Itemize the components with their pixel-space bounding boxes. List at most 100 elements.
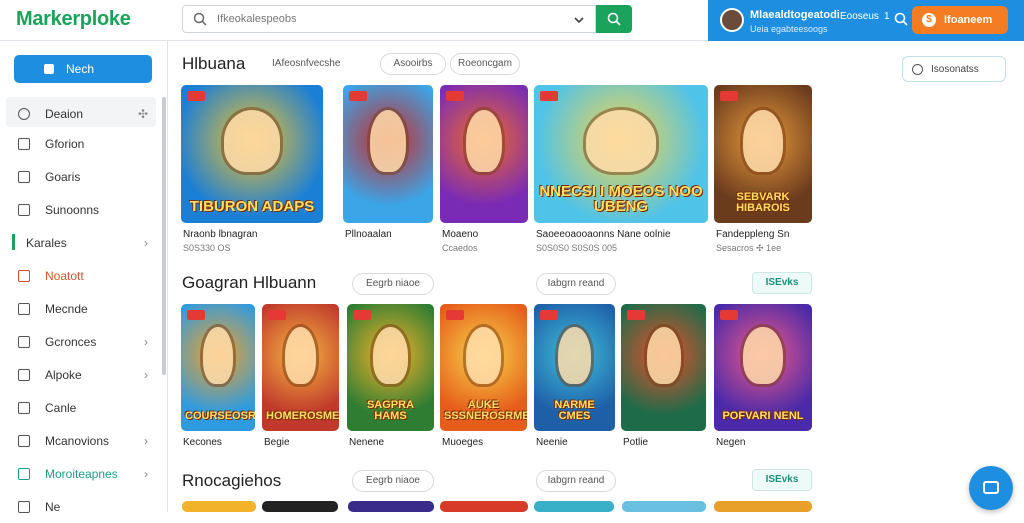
badge-icon (353, 310, 371, 320)
sidebar-nav: Deaion ✣ Gforion Goaris Sunoonns Karales ›… (6, 97, 156, 523)
coin-icon: $ (922, 13, 936, 27)
message-icon (983, 481, 999, 494)
game-title[interactable]: Negen (716, 437, 745, 448)
game-card[interactable]: SAGPRA HAMS (347, 304, 434, 431)
game-card[interactable]: COURSEOSRIA (181, 304, 255, 431)
game-card[interactable]: HOMEROSMEISEN (262, 304, 339, 431)
chip-3a[interactable]: Eegrb niaoe (352, 470, 434, 492)
game-title[interactable]: Nenene (349, 437, 384, 448)
sidebar-item-7[interactable]: Gcronces › (6, 325, 156, 358)
game-card[interactable] (440, 85, 528, 223)
app-logo[interactable]: Markerploke (16, 8, 131, 31)
game-card[interactable] (348, 501, 434, 512)
sidebar-item-2[interactable]: Goaris (6, 160, 156, 193)
main-content: Hlbuana IAfeosnfvecshe Asooirbs Roeoncga… (168, 41, 1024, 512)
chip-1b[interactable]: Roeoncgam (450, 53, 520, 75)
character-illustration (743, 326, 783, 384)
sidebar-item-4[interactable]: Karales › (6, 226, 156, 259)
sidebar-item-10[interactable]: Mcanovions › (6, 424, 156, 457)
game-card[interactable]: TIBURON ADAPS (181, 85, 323, 223)
sidebar-scrollbar[interactable] (162, 97, 166, 375)
character-illustration (203, 326, 233, 384)
game-art-title: AUKE SSSNEROSRMEOSY (444, 398, 527, 423)
game-title[interactable]: Muoeges (442, 437, 483, 448)
chip-3b[interactable]: Iabgrn reand (536, 470, 616, 492)
sidebar-item-3[interactable]: Sunoonns (6, 193, 156, 226)
badge-icon (349, 91, 367, 101)
section-title-2: Goagran Hlbuann (182, 273, 317, 292)
badge-icon (540, 91, 558, 101)
doc-icon (18, 138, 30, 150)
section-subtitle-1: IAfeosnfvecshe (272, 58, 341, 69)
character-illustration (285, 326, 316, 384)
chevron-right-icon: › (144, 467, 148, 481)
game-card[interactable]: SEBVARK HIBAROIS (714, 85, 812, 223)
doc-icon (18, 303, 30, 315)
game-card[interactable] (622, 501, 706, 512)
chip-1a[interactable]: Asooirbs (380, 53, 446, 75)
calendar-icon (18, 204, 30, 216)
search-input[interactable]: Ifkeokalespeobs (182, 5, 596, 33)
chat-icon (18, 402, 30, 414)
game-title[interactable]: Potlie (623, 437, 648, 448)
game-title[interactable]: Pllnoaalan (345, 229, 392, 240)
game-title[interactable]: Fandeppleng Sn (716, 229, 789, 240)
filter-button[interactable]: Isosonatss (902, 56, 1006, 82)
sidebar-item-9[interactable]: Canle (6, 391, 156, 424)
avatar[interactable] (720, 8, 744, 32)
game-title[interactable]: Moaeno (442, 229, 478, 240)
see-all-button-2[interactable]: ISEvks (752, 272, 812, 294)
chevron-down-icon[interactable] (573, 14, 585, 26)
badge-icon (540, 310, 558, 320)
badge-icon (627, 310, 645, 320)
game-card[interactable]: POFVARI NENL (714, 304, 812, 431)
badge-icon (446, 310, 464, 320)
user-name: Mlaealdtogeatodi (750, 9, 840, 21)
game-title[interactable]: Neenie (536, 437, 568, 448)
game-card[interactable] (621, 304, 706, 431)
search-icon[interactable] (894, 12, 908, 26)
game-title[interactable]: Nraonb lbnagran (183, 229, 258, 240)
sidebar-item-5[interactable]: Noatott (6, 259, 156, 292)
search-button[interactable] (596, 5, 632, 33)
sidebar-item-11[interactable]: Moroiteapnes › (6, 457, 156, 490)
filter-icon (912, 64, 923, 75)
search-icon (193, 12, 207, 26)
chat-fab-button[interactable] (969, 466, 1013, 510)
badge-icon (187, 310, 205, 320)
see-all-button-3[interactable]: ISEvks (752, 469, 812, 491)
search-icon (18, 108, 30, 120)
move-icon: ✣ (137, 107, 148, 121)
chevron-right-icon: › (144, 368, 148, 382)
game-title[interactable]: Saoeeoaooaonns Nane oolnie (536, 229, 671, 240)
star-icon (18, 468, 30, 480)
character-illustration (646, 326, 681, 384)
game-card[interactable]: NNECSI I MOEOS NOO UBENG (534, 85, 708, 223)
game-card[interactable] (440, 501, 528, 512)
chip-2a[interactable]: Eegrb niaoe (352, 273, 434, 295)
sidebar-item-6[interactable]: Mecnde (6, 292, 156, 325)
game-card[interactable] (714, 501, 812, 512)
badge-icon (268, 310, 286, 320)
section-title-1: Hlbuana (182, 54, 246, 73)
game-card[interactable] (343, 85, 433, 223)
sidebar-item-12[interactable]: Ne (6, 490, 156, 523)
game-title[interactable]: Kecones (183, 437, 222, 448)
game-title[interactable]: Begie (264, 437, 290, 448)
notification-count: 1 (884, 11, 890, 22)
cta-button[interactable]: $ Ifoaneem (912, 6, 1008, 34)
sidebar-item-0[interactable]: Deaion ✣ (6, 97, 156, 127)
game-card[interactable] (182, 501, 256, 512)
game-card[interactable] (534, 501, 614, 512)
game-card[interactable]: NARME CMES (534, 304, 615, 431)
new-button[interactable]: Nech (14, 55, 152, 83)
chevron-right-icon: › (144, 335, 148, 349)
game-card[interactable] (262, 501, 338, 512)
game-card[interactable]: AUKE SSSNEROSRMEOSY (440, 304, 527, 431)
sidebar-item-1[interactable]: Gforion (6, 127, 156, 160)
chip-2b[interactable]: Iabgrn reand (536, 273, 616, 295)
sidebar-item-8[interactable]: Alpoke › (6, 358, 156, 391)
sidebar: Nech Deaion ✣ Gforion Goaris Sunoonns Kar… (0, 41, 168, 514)
game-art-title: TIBURON ADAPS (189, 198, 315, 216)
user-bar: Mlaealdtogeatodi Ueia egabteesoogs Eoose… (708, 0, 1024, 41)
